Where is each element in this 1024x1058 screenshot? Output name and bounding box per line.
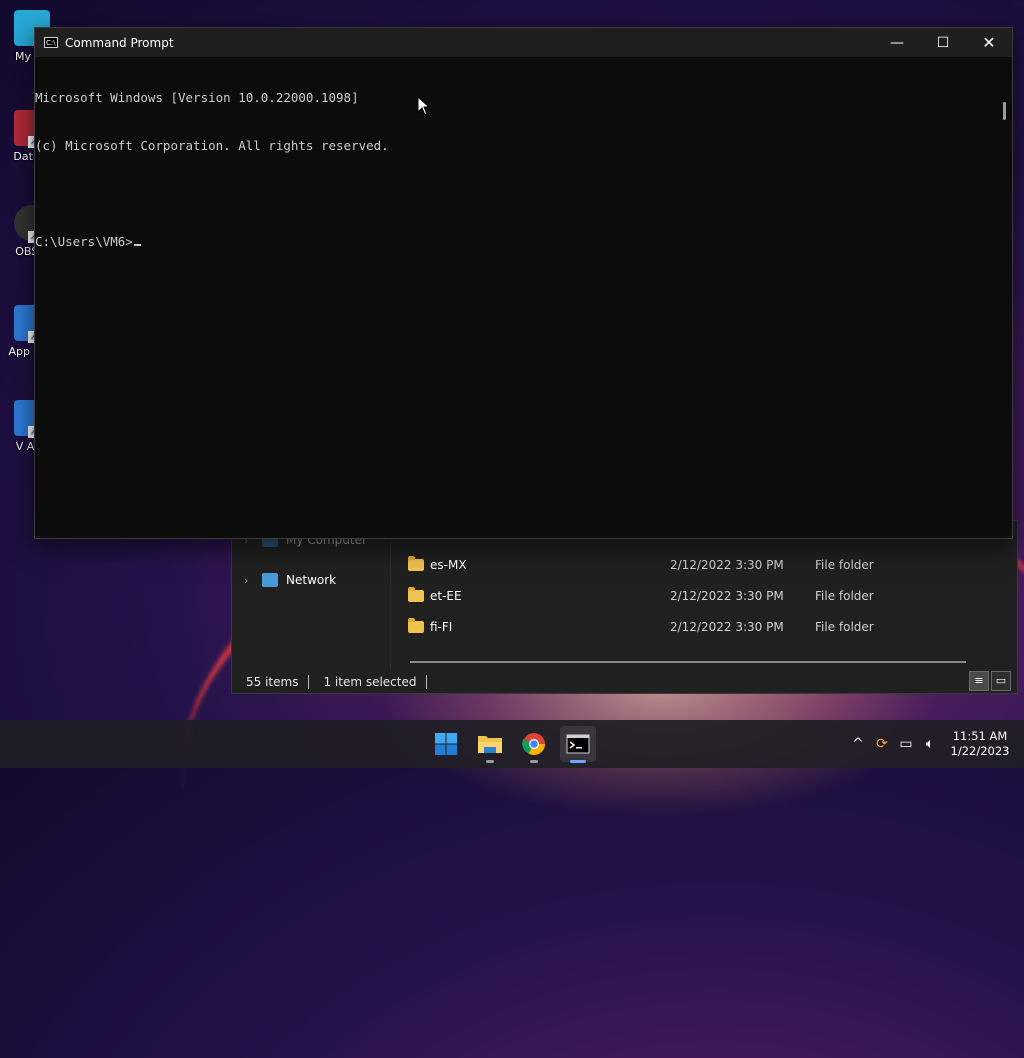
network-status-icon[interactable]: ▭	[894, 736, 918, 752]
running-indicator	[530, 760, 538, 763]
file-type: File folder	[815, 620, 874, 634]
clock[interactable]: 11:51 AM 1/22/2023	[942, 729, 1018, 759]
large-icons-view-icon[interactable]: ▭	[991, 671, 1011, 691]
navigation-pane: › My Computer › Network	[232, 521, 391, 669]
file-row[interactable]: es-MX 2/12/2022 3:30 PM File folder	[408, 551, 997, 579]
terminal-icon	[566, 734, 590, 754]
status-bar: 55 items 1 item selected	[232, 671, 1017, 693]
taskbar-command-prompt[interactable]	[560, 726, 596, 763]
chrome-icon	[522, 733, 545, 755]
console-line: Microsoft Windows [Version 10.0.22000.10…	[35, 90, 359, 105]
file-type: File folder	[815, 589, 874, 603]
folder-icon	[478, 736, 502, 753]
console-output[interactable]: Microsoft Windows [Version 10.0.22000.10…	[35, 57, 996, 538]
file-date: 2/12/2022 3:30 PM	[670, 558, 784, 572]
status-separator	[426, 675, 428, 689]
file-list: es-MX 2/12/2022 3:30 PM File folder et-E…	[408, 521, 1017, 661]
windows-logo-icon	[435, 733, 457, 755]
taskbar-chrome[interactable]	[516, 726, 552, 763]
view-buttons: ≡ ▭	[969, 671, 1011, 691]
file-explorer-window[interactable]: › My Computer › Network es-MX 2/12/2022 …	[231, 520, 1018, 694]
details-view-icon[interactable]: ≡	[969, 671, 989, 691]
taskbar: ^ ⟳ ▭ 🔈︎ 11:51 AM 1/22/2023	[0, 720, 1024, 768]
minimize-button[interactable]: —	[874, 28, 920, 57]
maximize-button[interactable]: ☐	[920, 28, 966, 57]
active-indicator	[570, 760, 586, 763]
file-type: File folder	[815, 558, 874, 572]
window-title: Command Prompt	[65, 35, 174, 50]
title-bar[interactable]: C:\ Command Prompt — ☐ ✕	[35, 28, 1012, 57]
clock-date: 1/22/2023	[950, 744, 1010, 758]
file-name: es-MX	[430, 558, 467, 572]
running-indicator	[486, 760, 494, 763]
taskbar-file-explorer[interactable]	[472, 726, 508, 763]
command-prompt-window[interactable]: C:\ Command Prompt — ☐ ✕ Microsoft Windo…	[34, 27, 1013, 539]
text-cursor	[133, 244, 141, 246]
item-count: 55 items	[246, 675, 299, 689]
nav-item-label: Network	[286, 573, 337, 587]
network-icon	[262, 573, 278, 587]
folder-icon	[408, 587, 424, 602]
file-name: et-EE	[430, 589, 462, 603]
volume-icon[interactable]: 🔈︎	[918, 736, 942, 752]
start-button[interactable]	[428, 726, 464, 762]
horizontal-scrollbar[interactable]	[410, 661, 966, 663]
console-prompt-line[interactable]: C:\Users\VM6>	[35, 234, 996, 250]
vertical-scrollbar[interactable]	[996, 57, 1012, 538]
folder-icon	[408, 556, 424, 571]
cmd-app-icon: C:\	[44, 37, 58, 48]
folder-icon	[408, 618, 424, 633]
system-tray: ^ ⟳ ▭ 🔈︎ 11:51 AM 1/22/2023	[846, 720, 1024, 768]
scrollbar-thumb[interactable]	[1003, 102, 1006, 120]
file-date: 2/12/2022 3:30 PM	[670, 620, 784, 634]
window-controls: — ☐ ✕	[874, 28, 1012, 57]
close-button[interactable]: ✕	[966, 28, 1012, 57]
file-date: 2/12/2022 3:30 PM	[670, 589, 784, 603]
console-line: (c) Microsoft Corporation. All rights re…	[35, 138, 389, 153]
selection-count: 1 item selected	[323, 675, 417, 689]
nav-item-network[interactable]: › Network	[244, 569, 336, 591]
file-name: fi-FI	[430, 620, 453, 634]
chevron-up-icon[interactable]: ^	[846, 736, 870, 752]
file-row[interactable]: et-EE 2/12/2022 3:30 PM File folder	[408, 582, 997, 610]
clock-time: 11:51 AM	[952, 729, 1008, 743]
file-row[interactable]: fi-FI 2/12/2022 3:30 PM File folder	[408, 613, 997, 641]
sync-icon[interactable]: ⟳	[870, 736, 894, 752]
console-prompt: C:\Users\VM6>	[35, 234, 133, 249]
chevron-right-icon[interactable]: ›	[244, 574, 254, 587]
